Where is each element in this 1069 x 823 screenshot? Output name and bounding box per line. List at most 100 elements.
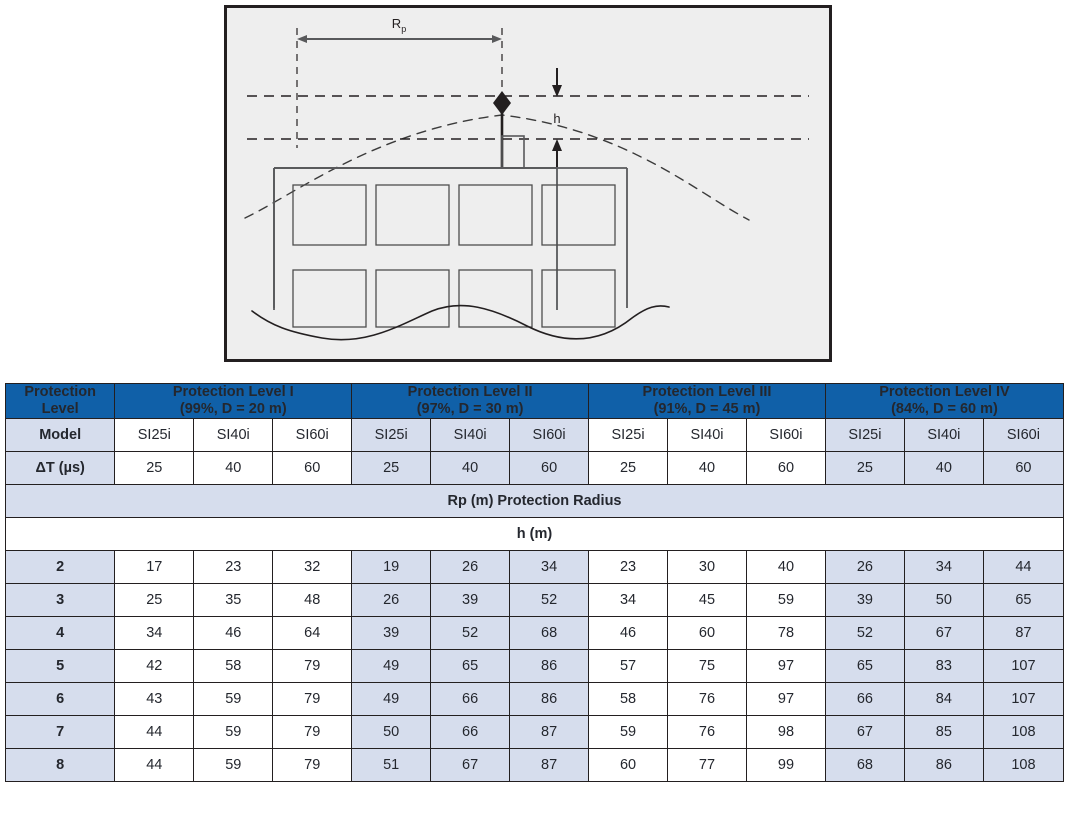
rp-value-cell: 77 (667, 748, 747, 783)
rp-value-cell: 23 (588, 550, 668, 585)
model-cell: SI25i (588, 418, 668, 453)
rp-value-cell: 26 (824, 550, 905, 585)
rp-value-cell: 39 (351, 616, 432, 651)
group-4-subtitle: (84%, D = 60 m) (891, 401, 998, 418)
rp-value-cell: 84 (903, 682, 984, 717)
table-row: 5 42 58 79 49 65 86 57 75 97 65 83 107 (4, 649, 1065, 684)
rp-value-cell: 50 (351, 715, 432, 750)
delta-t-cell: 60 (272, 451, 353, 486)
table-row: 4 34 46 64 39 52 68 46 60 78 52 67 87 (4, 616, 1065, 651)
table-row: 6 43 59 79 49 66 86 58 76 97 66 84 107 (4, 682, 1065, 717)
table-body: Model SI25i SI40i SI60i SI25i SI40i SI60i SI25i… (4, 418, 1065, 783)
rp-value-cell: 66 (430, 682, 511, 717)
h-caption-label: h (m) (5, 517, 1064, 552)
rp-value-cell: 52 (509, 583, 590, 618)
rp-value-cell: 78 (745, 616, 826, 651)
rp-value-cell: 59 (193, 682, 274, 717)
rp-value-cell: 68 (509, 616, 590, 651)
table-row: 7 44 59 79 50 66 87 59 76 98 67 85 108 (4, 715, 1065, 750)
rp-value-cell: 67 (430, 748, 511, 783)
rp-dimension-arrow (297, 35, 502, 43)
rp-value-cell: 79 (272, 748, 353, 783)
rp-value-cell: 59 (193, 748, 274, 783)
rp-value-cell: 97 (745, 682, 826, 717)
h-value-cell: 6 (4, 682, 116, 717)
header-group-level-1: Protection Level I (99%, D = 20 m) (114, 382, 353, 420)
rp-value-cell: 64 (272, 616, 353, 651)
group-3-title: Protection Level III (642, 384, 772, 400)
group-4-title: Protection Level IV (879, 384, 1010, 400)
rp-value-cell: 67 (903, 616, 984, 651)
rp-value-cell: 79 (272, 715, 353, 750)
group-1-subtitle: (99%, D = 20 m) (179, 401, 287, 418)
table-row: 3 25 35 48 26 39 52 34 45 59 39 50 65 (4, 583, 1065, 618)
rp-value-cell: 35 (193, 583, 274, 618)
rp-value-cell: 85 (903, 715, 984, 750)
rp-value-cell: 59 (193, 715, 274, 750)
header-group-level-2: Protection Level II (97%, D = 30 m) (351, 382, 590, 420)
h-value-cell: 5 (4, 649, 116, 684)
rp-value-cell: 107 (982, 649, 1065, 684)
rp-value-cell: 43 (114, 682, 195, 717)
rp-value-cell: 65 (430, 649, 511, 684)
rp-value-cell: 66 (824, 682, 905, 717)
protection-radius-table: Protection Level Protection Level I (99%… (4, 382, 1065, 783)
rp-value-cell: 42 (114, 649, 195, 684)
header-corner-protection-level: Protection Level (4, 382, 116, 420)
rp-value-cell: 52 (824, 616, 905, 651)
rp-value-cell: 34 (588, 583, 668, 618)
delta-t-cell: 25 (588, 451, 668, 486)
table-row: 2 17 23 32 19 26 34 23 30 40 26 34 44 (4, 550, 1065, 585)
rp-value-cell: 46 (588, 616, 668, 651)
rp-value-cell: 76 (667, 682, 747, 717)
rp-value-cell: 107 (982, 682, 1065, 717)
group-1-title: Protection Level I (172, 384, 294, 400)
rp-value-cell: 17 (114, 550, 195, 585)
rp-value-cell: 75 (667, 649, 747, 684)
h-caption-row: h (m) (5, 517, 1064, 552)
corner-label-line2: Level (41, 401, 79, 418)
rp-value-cell: 60 (588, 748, 668, 783)
rp-value-cell: 86 (509, 649, 590, 684)
h-value-cell: 7 (4, 715, 116, 750)
table-header-row: Protection Level Protection Level I (99%… (4, 382, 1065, 420)
delta-t-cell: 25 (824, 451, 905, 486)
rp-value-cell: 76 (667, 715, 747, 750)
delta-t-cell: 40 (667, 451, 747, 486)
rp-value-cell: 79 (272, 649, 353, 684)
rp-value-cell: 108 (982, 748, 1065, 783)
rp-caption-label: Rp (m) Protection Radius (5, 484, 1064, 519)
h-label: h (553, 111, 560, 126)
rp-value-cell: 87 (509, 748, 590, 783)
rp-value-cell: 65 (982, 583, 1065, 618)
delta-t-cell: 60 (745, 451, 826, 486)
corner-label-line1: Protection (24, 384, 97, 400)
terminal-base-box (501, 135, 525, 169)
group-2-title: Protection Level II (407, 384, 533, 400)
rp-value-cell: 97 (745, 649, 826, 684)
rp-value-cell: 59 (588, 715, 668, 750)
model-cell: SI40i (903, 418, 984, 453)
rp-value-cell: 44 (114, 748, 195, 783)
protection-radius-table-container: Protection Level Protection Level I (99%… (4, 382, 1065, 783)
rp-value-cell: 58 (588, 682, 668, 717)
rp-value-cell: 59 (745, 583, 826, 618)
model-cell: SI25i (114, 418, 195, 453)
model-cell: SI25i (824, 418, 905, 453)
model-row-label: Model (4, 418, 116, 453)
rp-value-cell: 86 (903, 748, 984, 783)
rp-value-cell: 49 (351, 682, 432, 717)
building-windows-row-1 (292, 184, 616, 246)
model-cell: SI60i (745, 418, 826, 453)
model-row: Model SI25i SI40i SI60i SI25i SI40i SI60i SI25i… (4, 418, 1065, 453)
delta-t-cell: 60 (982, 451, 1065, 486)
rp-value-cell: 32 (272, 550, 353, 585)
rp-value-cell: 19 (351, 550, 432, 585)
model-cell: SI60i (272, 418, 353, 453)
rp-value-cell: 25 (114, 583, 195, 618)
delta-t-cell: 25 (114, 451, 195, 486)
rp-value-cell: 86 (509, 682, 590, 717)
delta-t-cell: 40 (903, 451, 984, 486)
rp-value-cell: 65 (824, 649, 905, 684)
rp-value-cell: 34 (903, 550, 984, 585)
